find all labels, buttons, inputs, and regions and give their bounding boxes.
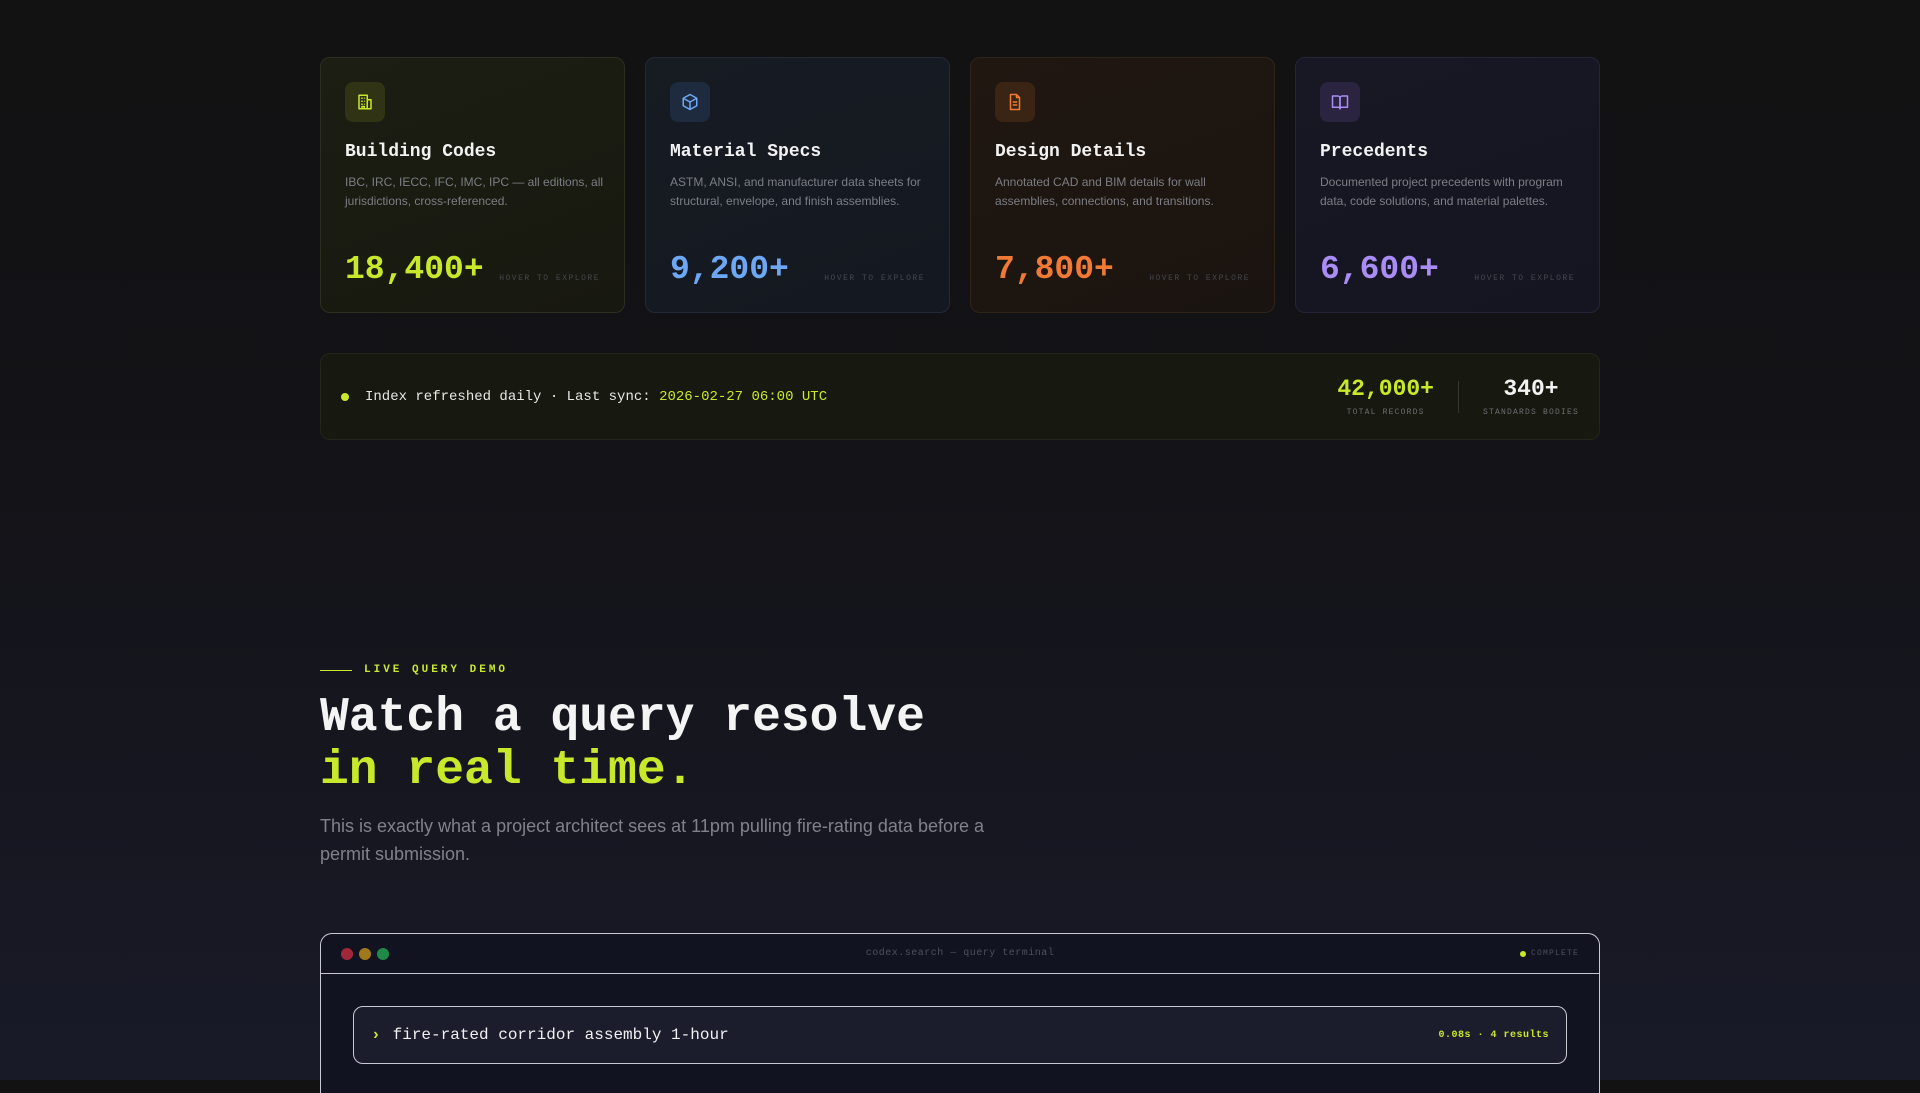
status-dot bbox=[341, 392, 349, 401]
card-count: 9,200+ bbox=[670, 251, 789, 288]
card-count: 18,400+ bbox=[345, 251, 484, 288]
headline-line-1: Watch a query resolve bbox=[320, 691, 925, 745]
section-description: This is exactly what a project architect… bbox=[320, 816, 984, 864]
terminal-title: codex.search — query terminal bbox=[865, 948, 1055, 959]
stats: 42,000+ TOTAL RECORDS 340+ STANDARDS BOD… bbox=[1337, 376, 1579, 417]
category-cards: Building Codes IBC, IRC, IECC, IFC, IMC,… bbox=[320, 57, 1600, 313]
card-description: IBC, IRC, IECC, IFC, IMC, IPC — all edit… bbox=[345, 175, 604, 208]
stat-value: 42,000+ bbox=[1337, 376, 1434, 402]
query-meta: 0.08s · 4 results bbox=[1438, 1029, 1549, 1041]
sync-status-bar: Index refreshed daily · Last sync: 2026-… bbox=[320, 353, 1600, 440]
query-text: fire-rated corridor assembly 1-hour bbox=[392, 1026, 729, 1044]
card-title: Design Details bbox=[995, 142, 1147, 162]
building-icon bbox=[345, 82, 385, 122]
card-hint: HOVER TO EXPLORE bbox=[824, 274, 925, 283]
card-title: Precedents bbox=[1320, 142, 1429, 162]
query-terminal: codex.search — query terminal COMPLETE ›… bbox=[320, 933, 1600, 1093]
card-description: ASTM, ANSI, and manufacturer data sheets… bbox=[670, 175, 921, 208]
card-hint: HOVER TO EXPLORE bbox=[499, 274, 600, 283]
card-title: Material Specs bbox=[670, 142, 822, 162]
section-headline: Watch a query resolve in real time. bbox=[320, 692, 1600, 798]
card-hint: HOVER TO EXPLORE bbox=[1149, 274, 1250, 283]
stat-standards-bodies: 340+ STANDARDS BODIES bbox=[1483, 376, 1579, 417]
card-description: Annotated CAD and BIM details for wall a… bbox=[995, 175, 1214, 208]
card-design-details[interactable]: Design Details Annotated CAD and BIM det… bbox=[970, 57, 1275, 313]
card-count: 6,600+ bbox=[1320, 251, 1439, 288]
cube-icon bbox=[670, 82, 710, 122]
document-icon bbox=[995, 82, 1035, 122]
card-count: 7,800+ bbox=[995, 251, 1114, 288]
eyebrow-label: LIVE QUERY DEMO bbox=[364, 664, 509, 676]
sync-text: Index refreshed daily · Last sync: 2026-… bbox=[365, 389, 827, 405]
card-hint: HOVER TO EXPLORE bbox=[1474, 274, 1575, 283]
card-description: Documented project precedents with progr… bbox=[1320, 175, 1563, 208]
book-icon bbox=[1320, 82, 1360, 122]
card-material-specs[interactable]: Material Specs ASTM, ANSI, and manufactu… bbox=[645, 57, 950, 313]
card-title: Building Codes bbox=[345, 142, 497, 162]
terminal-titlebar: codex.search — query terminal COMPLETE bbox=[321, 934, 1599, 974]
sync-label: Index refreshed daily · Last sync: bbox=[365, 388, 660, 405]
stat-value: 340+ bbox=[1503, 376, 1559, 402]
eyebrow-line bbox=[320, 669, 352, 671]
card-building-codes[interactable]: Building Codes IBC, IRC, IECC, IFC, IMC,… bbox=[320, 57, 625, 313]
query-input[interactable]: › fire-rated corridor assembly 1-hour 0.… bbox=[353, 1006, 1567, 1064]
stat-total-records: 42,000+ TOTAL RECORDS bbox=[1337, 376, 1434, 417]
prompt-chevron-icon: › bbox=[371, 1026, 381, 1044]
headline-line-2: in real time. bbox=[320, 744, 695, 798]
divider bbox=[1457, 380, 1459, 413]
stat-label: TOTAL RECORDS bbox=[1346, 408, 1425, 417]
sync-timestamp: 2026-02-27 06:00 UTC bbox=[659, 388, 828, 405]
section-eyebrow: LIVE QUERY DEMO bbox=[320, 664, 1600, 676]
stat-label: STANDARDS BODIES bbox=[1482, 408, 1579, 417]
card-precedents[interactable]: Precedents Documented project precedents… bbox=[1295, 57, 1600, 313]
